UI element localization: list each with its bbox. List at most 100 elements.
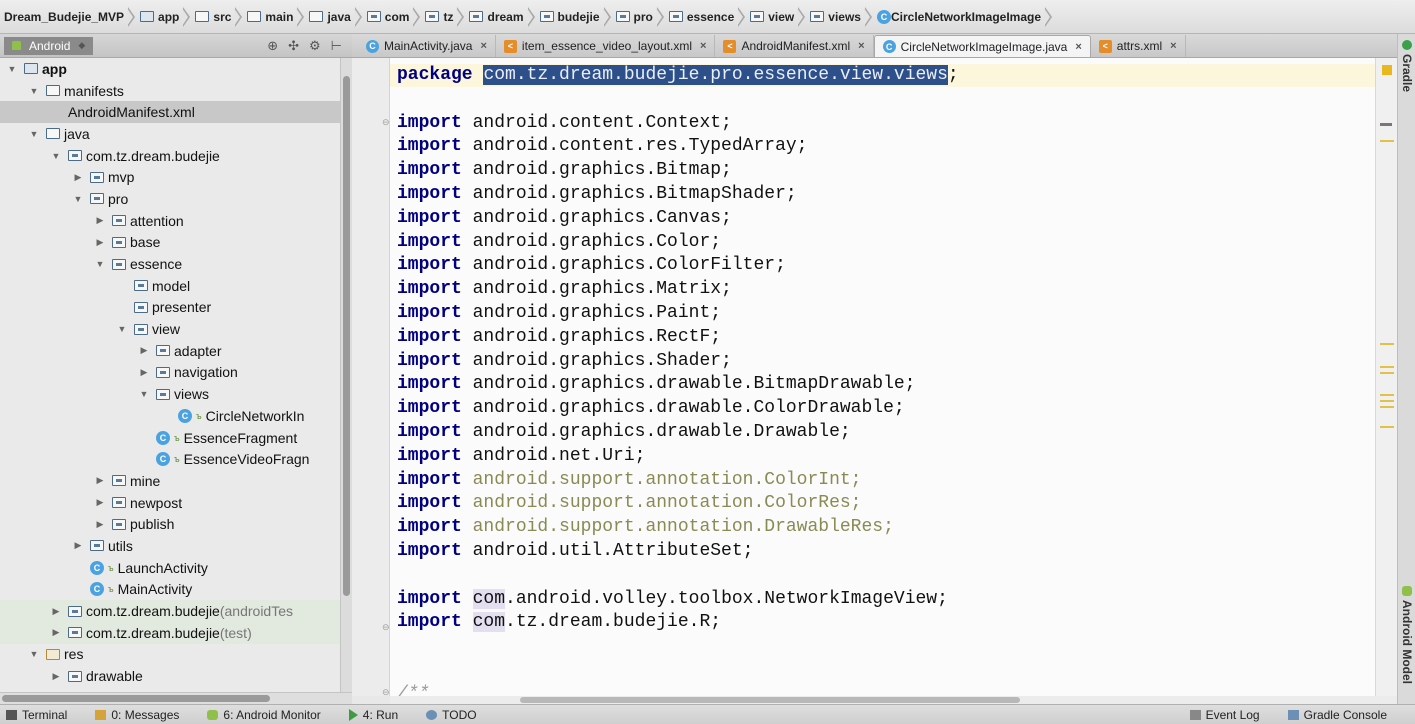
fold-marker-icon[interactable]: ⊖ xyxy=(382,118,390,127)
tree-item-class[interactable]: Cъ EssenceVideoFragn xyxy=(0,448,340,470)
tree-item[interactable]: AndroidManifest.xml xyxy=(0,101,340,124)
breadcrumb-item[interactable]: essence xyxy=(668,6,734,28)
breadcrumb-item[interactable]: Dream_Budejie_MVP xyxy=(4,6,124,28)
expand-arrow-icon[interactable]: ▼ xyxy=(116,324,128,334)
tree-item[interactable]: model xyxy=(0,275,340,297)
fold-marker-icon[interactable]: ⊖ xyxy=(382,623,390,632)
warning-mark[interactable] xyxy=(1380,400,1394,402)
tree-item[interactable]: ▼ java xyxy=(0,123,340,145)
fold-marker-icon[interactable]: ⊖ xyxy=(382,688,390,697)
collapse-arrow-icon[interactable]: ▶ xyxy=(94,475,106,486)
collapse-arrow-icon[interactable]: ▶ xyxy=(50,671,62,682)
tree-item[interactable]: ▶ com.tz.dream.budejie (androidTes xyxy=(0,600,340,622)
tree-item[interactable]: ▼ pro xyxy=(0,188,340,210)
tree-item[interactable]: ▶ publish xyxy=(0,513,340,535)
tree-item[interactable]: ▼ res xyxy=(0,644,340,666)
collapse-arrow-icon[interactable]: ▶ xyxy=(138,367,150,378)
tree-item[interactable]: ▶ newpost xyxy=(0,492,340,514)
gear-icon[interactable]: ⚙ xyxy=(309,38,321,54)
error-stripe[interactable] xyxy=(1375,58,1397,696)
editor-tab[interactable]: < AndroidManifest.xml × xyxy=(715,35,874,57)
tree-item[interactable]: ▼ essence xyxy=(0,253,340,275)
tree-item[interactable]: ▼ views xyxy=(0,383,340,405)
tree-item[interactable]: presenter xyxy=(0,297,340,319)
close-icon[interactable]: × xyxy=(1075,41,1081,53)
tool-window-button[interactable]: Gradle Console xyxy=(1287,708,1387,722)
warning-mark[interactable] xyxy=(1380,394,1394,396)
editor-tab[interactable]: < attrs.xml × xyxy=(1091,35,1186,57)
collapse-arrow-icon[interactable]: ▶ xyxy=(50,627,62,638)
tool-window-button[interactable]: Event Log xyxy=(1189,708,1260,722)
close-icon[interactable]: × xyxy=(700,40,706,52)
warning-mark[interactable] xyxy=(1380,140,1394,142)
tree-item[interactable]: ▶ mine xyxy=(0,470,340,492)
warning-mark[interactable] xyxy=(1380,343,1394,345)
close-icon[interactable]: × xyxy=(480,40,486,52)
collapse-arrow-icon[interactable]: ▶ xyxy=(94,519,106,530)
breadcrumb-item[interactable]: src xyxy=(195,6,231,28)
tool-window-button[interactable]: 4: Run xyxy=(348,708,398,722)
warning-mark[interactable] xyxy=(1380,406,1394,408)
breadcrumb-item[interactable]: view xyxy=(750,6,794,28)
collapse-arrow-icon[interactable]: ▶ xyxy=(72,172,84,183)
collapse-arrow-icon[interactable]: ▶ xyxy=(72,540,84,551)
tree-item[interactable]: ▶ base xyxy=(0,232,340,254)
editor-scroll-thumb[interactable] xyxy=(1380,123,1392,126)
gradle-tool-button[interactable]: Gradle xyxy=(1400,40,1414,92)
android-model-tool-button[interactable]: Android Model xyxy=(1400,586,1414,684)
collapse-arrow-icon[interactable]: ▶ xyxy=(94,237,106,248)
expand-arrow-icon[interactable]: ▼ xyxy=(94,259,106,269)
editor-tab[interactable]: < item_essence_video_layout.xml × xyxy=(496,35,716,57)
tool-window-button[interactable]: Terminal xyxy=(6,708,67,722)
collapse-icon[interactable]: ✣ xyxy=(288,38,299,54)
collapse-arrow-icon[interactable]: ▶ xyxy=(138,345,150,356)
collapse-arrow-icon[interactable]: ▶ xyxy=(94,215,106,226)
tree-item[interactable]: ▶ utils xyxy=(0,535,340,557)
warning-mark[interactable] xyxy=(1380,372,1394,374)
warning-mark[interactable] xyxy=(1380,426,1394,428)
breadcrumb-item[interactable]: pro xyxy=(615,6,653,28)
tree-item[interactable]: ▶ com.tz.dream.budejie (test) xyxy=(0,621,340,644)
expand-arrow-icon[interactable]: ▼ xyxy=(28,649,40,659)
editor-hscrollbar[interactable] xyxy=(390,696,1397,704)
tree-item[interactable]: ▶ adapter xyxy=(0,340,340,362)
code-editor[interactable]: package com.tz.dream.budejie.pro.essence… xyxy=(390,58,1375,696)
tree-item-class[interactable]: Cъ CircleNetworkIn xyxy=(0,405,340,427)
breadcrumb-item[interactable]: C CircleNetworkImageImage xyxy=(876,6,1041,28)
breadcrumb-item[interactable]: app xyxy=(140,6,179,28)
sync-icon[interactable]: ⊕ xyxy=(267,38,278,54)
close-icon[interactable]: × xyxy=(858,40,864,52)
project-tree-scroll-thumb[interactable] xyxy=(343,76,350,596)
tree-item-class[interactable]: Cъ LaunchActivity xyxy=(0,557,340,579)
collapse-arrow-icon[interactable]: ▶ xyxy=(50,606,62,617)
collapse-arrow-icon[interactable]: ▶ xyxy=(94,497,106,508)
tree-item[interactable]: ▼ app xyxy=(0,58,340,80)
project-view-dropdown[interactable]: Android ◆ xyxy=(4,36,94,55)
project-tree-scrollbar[interactable] xyxy=(340,58,352,692)
expand-arrow-icon[interactable]: ▼ xyxy=(6,64,18,74)
breadcrumb-item[interactable]: java xyxy=(309,6,351,28)
expand-arrow-icon[interactable]: ▼ xyxy=(28,86,40,96)
warning-mark[interactable] xyxy=(1380,366,1394,368)
tree-item-class[interactable]: Cъ MainActivity xyxy=(0,579,340,601)
breadcrumb-item[interactable]: main xyxy=(247,6,293,28)
tree-item[interactable]: ▶ mvp xyxy=(0,166,340,188)
tree-item[interactable]: ▶ navigation xyxy=(0,362,340,384)
expand-arrow-icon[interactable]: ▼ xyxy=(50,151,62,161)
expand-arrow-icon[interactable]: ▼ xyxy=(138,389,150,399)
inspection-status-icon[interactable] xyxy=(1382,65,1392,75)
tool-window-button[interactable]: 0: Messages xyxy=(95,708,179,722)
tree-item-class[interactable]: Cъ EssenceFragment xyxy=(0,427,340,449)
breadcrumb-item[interactable]: dream xyxy=(469,6,524,28)
tree-item[interactable]: ▶ attention xyxy=(0,210,340,232)
breadcrumb-item[interactable]: tz xyxy=(425,6,453,28)
editor-tab[interactable]: C MainActivity.java × xyxy=(358,35,496,57)
tool-window-button[interactable]: 6: Android Monitor xyxy=(207,708,321,722)
close-icon[interactable]: × xyxy=(1170,40,1176,52)
hide-panel-icon[interactable]: ⊢ xyxy=(331,38,342,54)
expand-arrow-icon[interactable]: ▼ xyxy=(28,129,40,139)
tree-item[interactable]: ▼ view xyxy=(0,318,340,340)
tool-window-button[interactable]: TODO xyxy=(426,708,477,722)
breadcrumb-item[interactable]: com xyxy=(366,6,409,28)
editor-hscroll-thumb[interactable] xyxy=(520,697,1020,703)
